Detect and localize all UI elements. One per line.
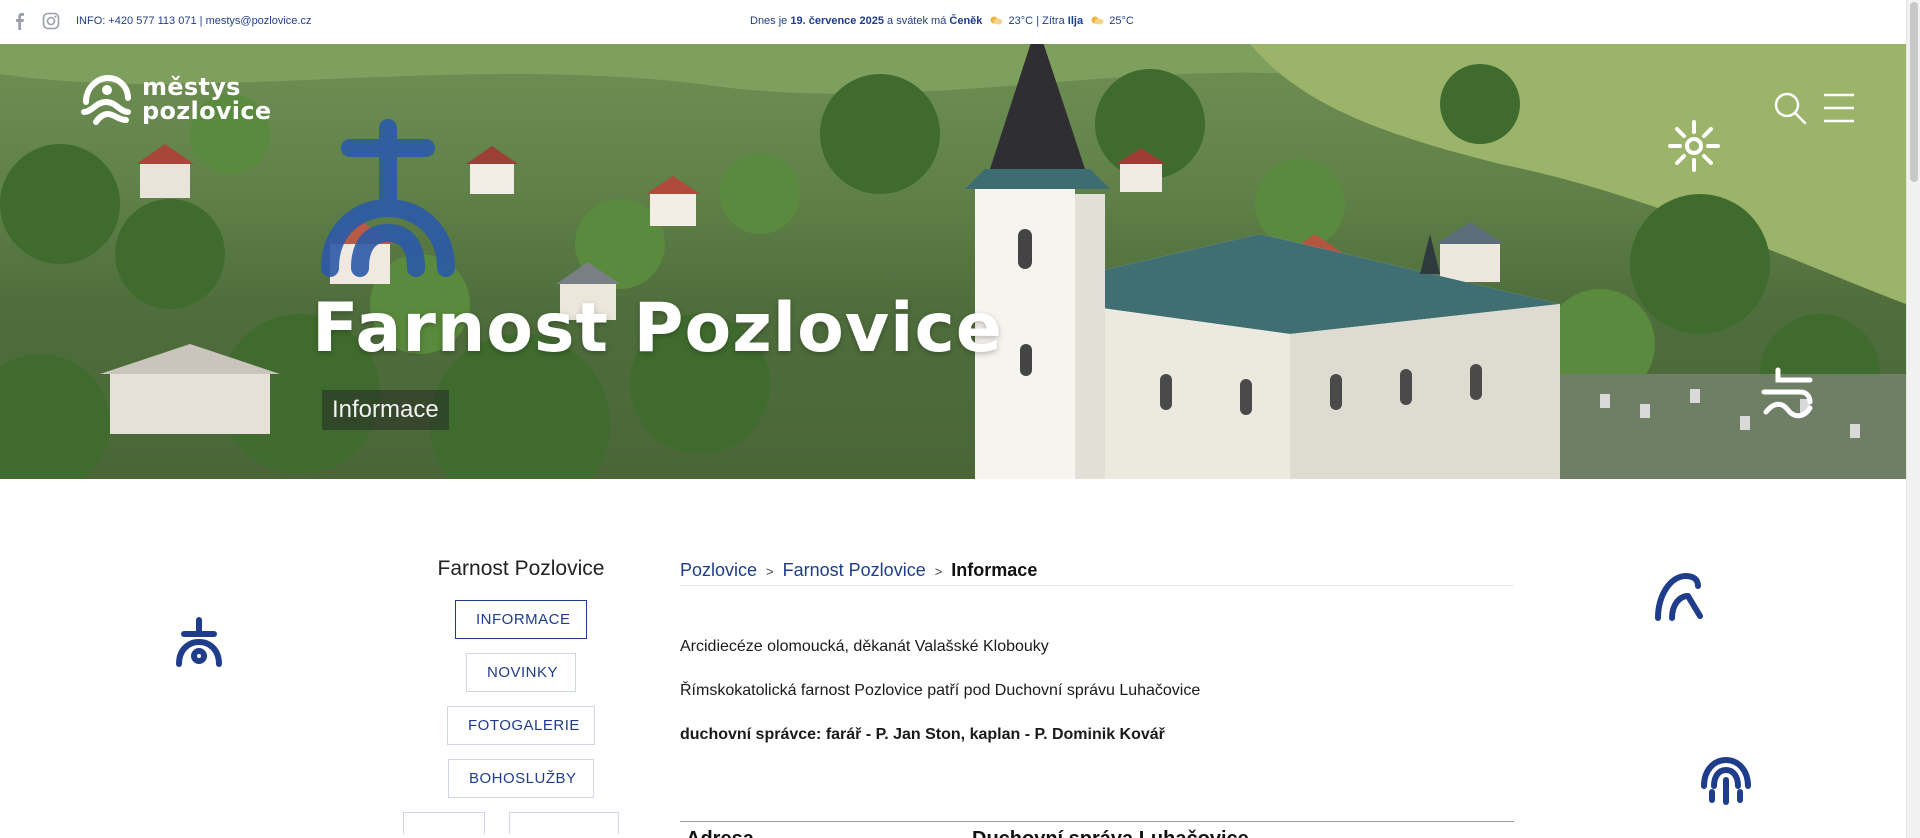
- separator: |: [199, 15, 203, 27]
- today-temperature: 23°C: [1008, 15, 1034, 27]
- ornament-right-top-icon: [1655, 572, 1703, 621]
- site-logo[interactable]: městys pozlovice: [80, 72, 271, 126]
- page-subtitle: Informace: [322, 390, 449, 430]
- scrollbar-thumb[interactable]: [1910, 2, 1918, 182]
- sidebar-nav: INFORMACE NOVINKY FOTOGALERIE BOHOSLUŽBY: [403, 600, 622, 834]
- email-link[interactable]: mestys@pozlovice.cz: [206, 15, 312, 27]
- tomorrow-temperature: 25°C: [1109, 15, 1134, 27]
- sidebar-item-fotogalerie[interactable]: FOTOGALERIE: [447, 706, 595, 745]
- sidebar-item-informace[interactable]: INFORMACE: [455, 600, 587, 639]
- sidebar-item-partial[interactable]: [509, 812, 619, 834]
- logo-wordmark: městys pozlovice: [142, 75, 271, 123]
- sidebar-item-novinky[interactable]: NOVINKY: [466, 653, 576, 692]
- address-heading: Adresa: [686, 828, 754, 838]
- breadcrumb-link-farnost[interactable]: Farnost Pozlovice: [783, 560, 926, 581]
- content-clergy: duchovní správce: farář - P. Jan Ston, k…: [680, 726, 1165, 743]
- section-divider: [680, 821, 1514, 822]
- hero-banner: městys pozlovice Farnost Pozlovice Infor…: [0, 44, 1906, 479]
- logo-line-1: městys: [142, 73, 241, 101]
- sun-symbol-icon: [1668, 120, 1720, 172]
- cross-symbol-icon: [321, 119, 455, 277]
- today-date: 19. července 2025: [790, 15, 884, 27]
- tomorrow-prefix: | Zítra: [1036, 15, 1065, 27]
- breadcrumb: Pozlovice > Farnost Pozlovice > Informac…: [680, 560, 1514, 586]
- menu-button[interactable]: [1822, 92, 1856, 129]
- partly-sunny-icon: [990, 16, 1003, 25]
- facebook-icon[interactable]: [12, 12, 28, 30]
- page-title: Farnost Pozlovice: [312, 289, 1003, 368]
- today-info: Dnes je 19. července 2025 a svátek má Če…: [750, 15, 1134, 27]
- instagram-icon[interactable]: [42, 12, 60, 30]
- sidebar-item-partial[interactable]: [403, 812, 485, 834]
- nameday-tomorrow: Ilja: [1067, 15, 1084, 27]
- phone-text[interactable]: INFO: +420 577 113 071: [76, 15, 197, 27]
- logo-line-2: pozlovice: [142, 97, 272, 125]
- menu-icon: [1824, 93, 1854, 123]
- sidebar-more-row: [400, 812, 622, 834]
- hero-photo: [0, 44, 1906, 479]
- search-button[interactable]: [1772, 90, 1808, 131]
- content-diocese: Arcidiecéze olomoucká, děkanát Valašské …: [680, 638, 1049, 655]
- ornament-right-bottom-icon: [1701, 756, 1751, 805]
- ornament-left-icon: [176, 617, 222, 667]
- sidebar-title: Farnost Pozlovice: [437, 557, 605, 580]
- breadcrumb-separator: >: [766, 564, 774, 579]
- breadcrumb-current: Informace: [951, 560, 1038, 580]
- wave-symbol-icon: [1761, 367, 1813, 419]
- social-links: [12, 12, 60, 30]
- breadcrumb-separator: >: [934, 564, 943, 579]
- today-mid: a svátek má: [887, 15, 947, 27]
- today-prefix: Dnes je: [750, 15, 788, 27]
- sidebar-item-bohosluzby[interactable]: BOHOSLUŽBY: [448, 759, 594, 798]
- address-org-name: Duchovní správa Luhačovice: [972, 828, 1249, 838]
- contact-info: INFO: +420 577 113 071 | mestys@pozlovic…: [76, 15, 311, 27]
- search-icon: [1774, 92, 1807, 125]
- nameday-today: Čeněk: [949, 15, 983, 27]
- page-scrollbar[interactable]: [1906, 0, 1920, 838]
- partly-sunny-icon: [1091, 16, 1104, 25]
- logo-mark-icon: [81, 74, 131, 125]
- top-info-bar: INFO: +420 577 113 071 | mestys@pozlovic…: [0, 0, 1906, 44]
- breadcrumb-link-home[interactable]: Pozlovice: [680, 560, 757, 581]
- content-parish: Římskokatolická farnost Pozlovice patří …: [680, 682, 1201, 699]
